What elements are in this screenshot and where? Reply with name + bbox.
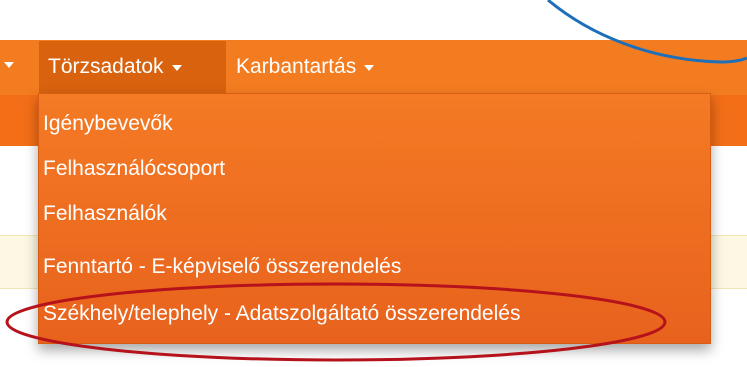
menu-item-szekhely-adatszolgaltato[interactable]: Székhely/telephely - Adatszolgáltató öss… <box>43 294 520 334</box>
caret-down-icon[interactable] <box>4 62 14 68</box>
top-band <box>0 0 747 40</box>
caret-down-icon <box>364 65 375 71</box>
nav-item-karbantartas[interactable]: Karbantartás <box>236 41 382 93</box>
menu-item-fenntarto-ekepviselo[interactable]: Fenntartó - E-képviselő összerendelés <box>43 247 401 287</box>
nav-item-torzsadatok[interactable]: Törzsadatok <box>39 41 226 93</box>
menu-item-felhasznalocsoport[interactable]: Felhasználócsoport <box>43 149 225 189</box>
menu-item-label: Fenntartó - E-képviselő összerendelés <box>43 255 402 278</box>
menu-item-label: Felhasználók <box>43 202 167 225</box>
nav-item-label: Törzsadatok <box>48 55 164 78</box>
menu-item-felhasznalok[interactable]: Felhasználók <box>43 194 167 234</box>
nav-item-label: Karbantartás <box>236 55 357 78</box>
menu-item-igenybevevok[interactable]: Igénybevevők <box>43 104 173 144</box>
caret-down-icon <box>171 65 182 71</box>
menu-item-label: Székhely/telephely - Adatszolgáltató öss… <box>43 302 521 325</box>
menu-item-label: Felhasználócsoport <box>43 157 226 180</box>
dropdown-menu: Igénybevevők Felhasználócsoport Felhaszn… <box>38 93 711 344</box>
menu-item-label: Igénybevevők <box>43 112 173 135</box>
